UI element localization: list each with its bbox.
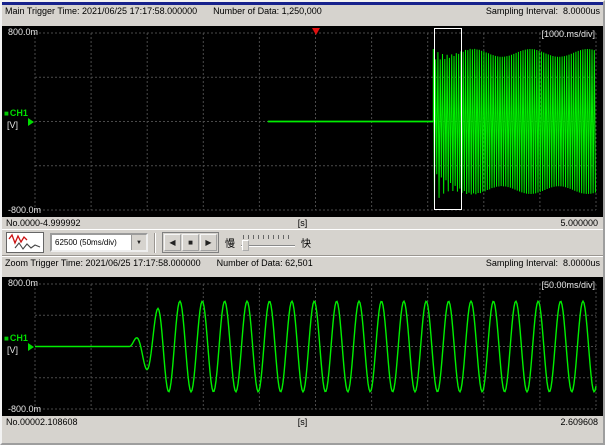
zoom-channel-label: ■CH1	[4, 334, 28, 343]
stop-button[interactable]: ■	[182, 234, 199, 251]
zoom-unit-label: [V]	[7, 346, 18, 355]
slow-label: 慢	[225, 235, 235, 250]
waveform-display-button[interactable]	[6, 232, 44, 253]
zoom-axis-unit: [s]	[298, 416, 308, 428]
main-sampling-interval: Sampling Interval: 8.0000us	[486, 6, 600, 16]
main-waveform-plot[interactable]: 800.0m -800.0m [1000.ms/div] ■CH1 [V]	[2, 26, 603, 217]
zoom-scale-value: 62500 (50ms/div)	[52, 238, 131, 247]
zoom-panel-header: Zoom Trigger Time: 2021/06/25 17:17:58.0…	[2, 256, 603, 277]
playback-button-group: ◀ ■ ▶	[162, 232, 219, 253]
main-panel-header: Main Trigger Time: 2021/06/25 17:17:58.0…	[2, 5, 603, 26]
waveform-icon	[7, 233, 43, 252]
channel-color-icon: ■	[4, 109, 9, 118]
slider-track	[241, 245, 295, 247]
speed-slider[interactable]	[241, 233, 295, 253]
zoom-number-of-data: Number of Data: 62,501	[217, 258, 313, 268]
slider-ticks	[243, 235, 293, 239]
main-y-top-label: 800.0m	[8, 28, 38, 37]
play-forward-button[interactable]: ▶	[200, 234, 217, 251]
zoom-trigger-time: Zoom Trigger Time: 2021/06/25 17:17:58.0…	[5, 258, 201, 268]
zoom-sampling-interval: Sampling Interval: 8.0000us	[486, 258, 600, 268]
main-trigger-time: Main Trigger Time: 2021/06/25 17:17:58.0…	[5, 6, 197, 16]
main-grid-waveform-svg	[2, 26, 603, 217]
main-x-axis: No.0000 -4.999992 [s] 5.000000	[2, 217, 603, 229]
main-channel-label: ■CH1	[4, 109, 28, 118]
zoom-region-box[interactable]	[434, 28, 462, 210]
zoom-time-div-label: [50.00ms/div]	[541, 281, 595, 290]
channel-zero-marker-icon	[28, 118, 34, 126]
main-axis-no: No.0000	[6, 217, 40, 229]
waveform-viewer-window: Main Trigger Time: 2021/06/25 17:17:58.0…	[0, 0, 605, 445]
zoom-grid-waveform-svg	[2, 277, 603, 416]
zoom-axis-left-value: 2.108608	[40, 416, 78, 428]
main-axis-unit: [s]	[298, 217, 308, 229]
zoom-y-bottom-label: -800.0m	[8, 405, 41, 414]
zoom-axis-no: No.0000	[6, 416, 40, 428]
main-axis-right-value: 5.000000	[560, 217, 598, 229]
trigger-marker-icon	[312, 28, 320, 39]
zoom-scale-select[interactable]: 62500 (50ms/div) ▼	[50, 233, 148, 252]
channel-color-icon: ■	[4, 334, 9, 343]
main-unit-label: [V]	[7, 121, 18, 130]
zoom-y-top-label: 800.0m	[8, 279, 38, 288]
zoom-waveform-plot[interactable]: 800.0m -800.0m [50.00ms/div] ■CH1 [V]	[2, 277, 603, 416]
chevron-down-icon[interactable]: ▼	[131, 235, 146, 250]
channel-zero-marker-icon	[28, 343, 34, 351]
fast-label: 快	[301, 235, 311, 250]
window-bottom-strip	[2, 428, 603, 443]
main-axis-left-value: -4.999992	[40, 217, 81, 229]
zoom-axis-right-value: 2.609608	[560, 416, 598, 428]
zoom-x-axis: No.0000 2.108608 [s] 2.609608	[2, 416, 603, 428]
main-number-of-data: Number of Data: 1,250,000	[213, 6, 322, 16]
main-y-bottom-label: -800.0m	[8, 206, 41, 215]
toolbar-separator	[154, 233, 156, 253]
speed-slider-thumb[interactable]	[242, 240, 249, 251]
main-time-div-label: [1000.ms/div]	[541, 30, 595, 39]
play-backward-button[interactable]: ◀	[164, 234, 181, 251]
playback-toolbar: 62500 (50ms/div) ▼ ◀ ■ ▶ 慢 快	[2, 229, 603, 256]
